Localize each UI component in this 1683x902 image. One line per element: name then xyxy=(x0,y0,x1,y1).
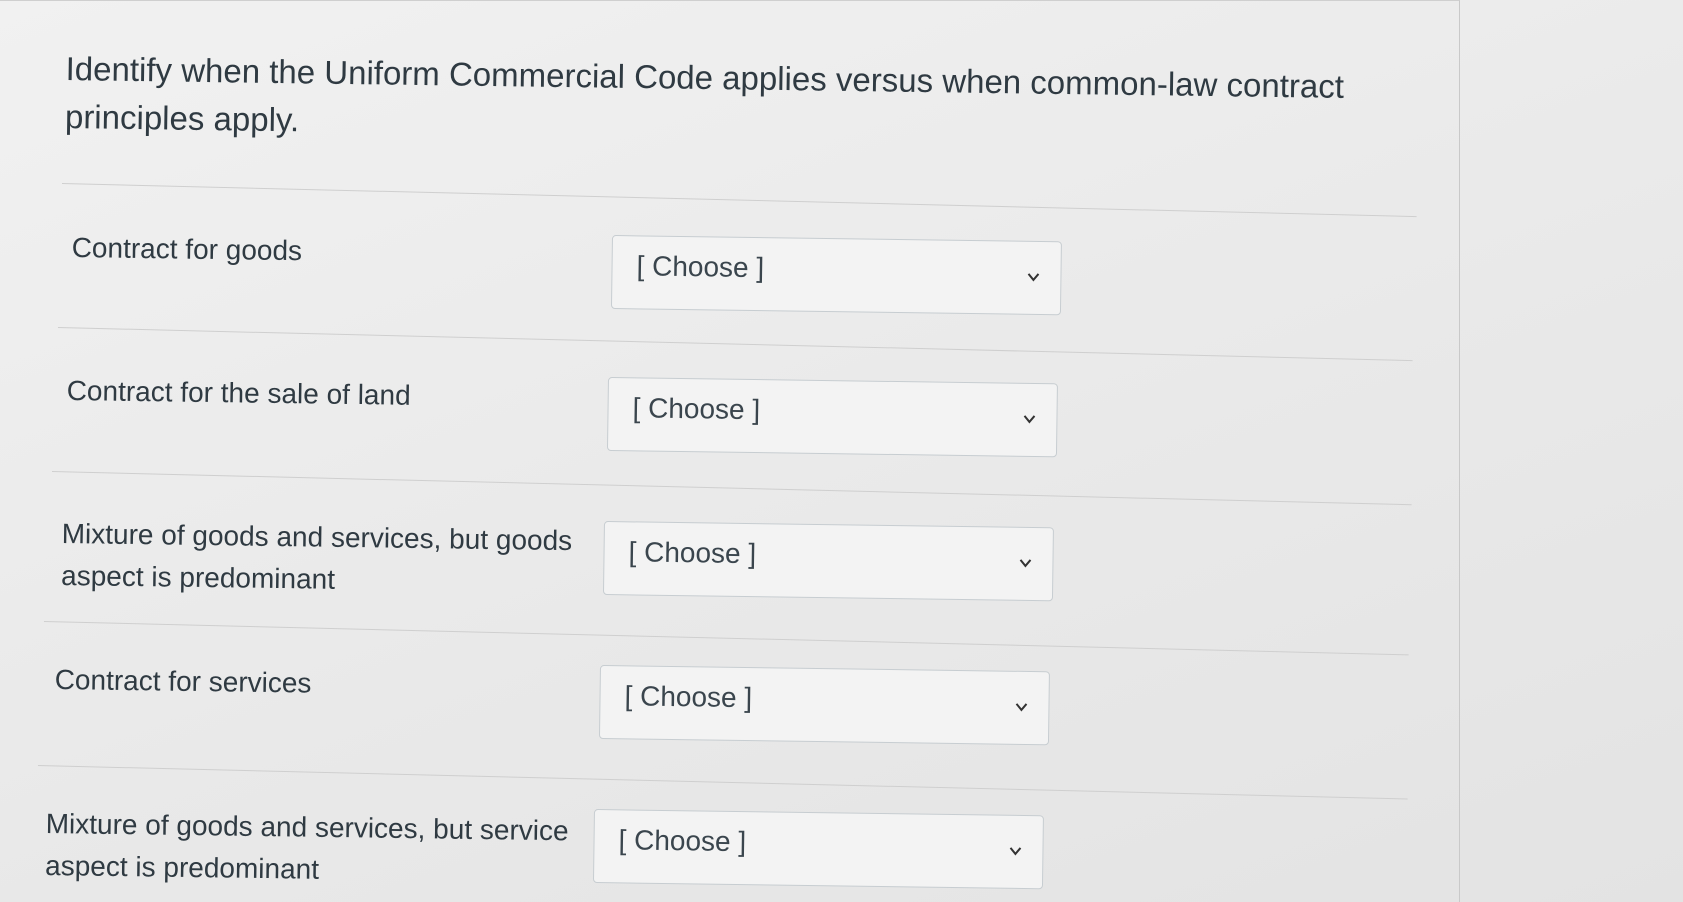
select-goods-predominant[interactable]: [ Choose ] xyxy=(602,521,1054,602)
chevron-down-icon xyxy=(1026,270,1040,284)
chevron-down-icon xyxy=(1014,700,1028,714)
row-label-goods-predominant: Mixture of goods and services, but goods… xyxy=(60,517,573,595)
divider xyxy=(51,471,1412,506)
chevron-down-icon xyxy=(1022,412,1036,426)
question-panel: Identify when the Uniform Commercial Cod… xyxy=(0,0,1460,902)
row-label-contract-for-services: Contract for services xyxy=(54,663,312,699)
divider xyxy=(57,327,1413,362)
select-value: [ Choose ] xyxy=(632,392,761,426)
select-value: [ Choose ] xyxy=(618,824,747,858)
row-label-contract-for-goods: Contract for goods xyxy=(71,231,303,267)
divider xyxy=(61,183,1417,218)
select-contract-for-sale-of-land[interactable]: [ Choose ] xyxy=(606,377,1058,458)
select-value: [ Choose ] xyxy=(624,680,753,714)
select-contract-for-services[interactable]: [ Choose ] xyxy=(598,665,1050,746)
question-text: Identify when the Uniform Commercial Cod… xyxy=(64,49,1345,139)
chevron-down-icon xyxy=(1008,844,1022,858)
select-value: [ Choose ] xyxy=(636,250,765,284)
divider xyxy=(43,621,1409,656)
select-value: [ Choose ] xyxy=(628,536,757,570)
row-label-contract-for-sale-of-land: Contract for the sale of land xyxy=(66,374,411,411)
row-label-service-predominant: Mixture of goods and services, but servi… xyxy=(44,807,569,885)
select-contract-for-goods[interactable]: [ Choose ] xyxy=(610,235,1062,316)
divider xyxy=(37,765,1408,800)
select-service-predominant[interactable]: [ Choose ] xyxy=(592,809,1044,890)
chevron-down-icon xyxy=(1018,556,1032,570)
